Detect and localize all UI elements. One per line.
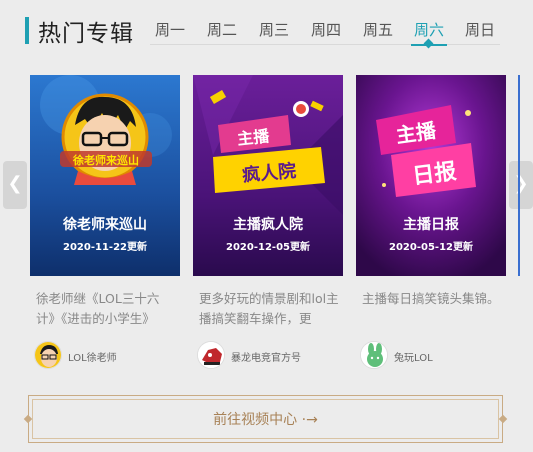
- album-thumbnail[interactable]: 主播 疯人院 主播疯人院 2020-12-05更新: [193, 75, 343, 276]
- svg-text:主播: 主播: [236, 126, 271, 148]
- album-author[interactable]: LOL徐老师: [34, 341, 184, 371]
- weekday-tabs: 周一 周二 周三 周四 周五 周六 周日: [150, 19, 500, 45]
- tab-tuesday[interactable]: 周二: [202, 19, 242, 40]
- album-card[interactable]: 徐老师来巡山 徐老师来巡山 2020-11-22更新 徐老师继《LOL三十六计》…: [30, 75, 180, 375]
- author-name: LOL徐老师: [68, 353, 117, 364]
- tab-friday[interactable]: 周五: [358, 19, 398, 40]
- album-card[interactable]: 主播 疯人院 主播疯人院 2020-12-05更新 更多好玩的情景剧和lol主播…: [193, 75, 343, 375]
- thumbnail-logo-text: 徐老师来巡山: [72, 153, 139, 167]
- video-center-link[interactable]: 前往视频中心 ·→: [23, 395, 508, 443]
- author-name: 兔玩LOL: [394, 353, 433, 364]
- album-author[interactable]: 暴龙电竞官方号: [197, 341, 347, 371]
- album-card[interactable]: 主播 日报 主播日报 2020-05-12更新 主播每日搞笑镜头集锦。 兔玩LO…: [356, 75, 506, 375]
- chevron-left-icon: ❮: [7, 173, 23, 194]
- author-name: 暴龙电竞官方号: [231, 353, 301, 364]
- video-center-label[interactable]: 前往视频中心 ·→: [28, 409, 503, 429]
- album-author[interactable]: 兔玩LOL: [360, 341, 510, 371]
- carousel-next-button[interactable]: ❯: [509, 161, 533, 209]
- album-title: 徐老师来巡山: [63, 217, 147, 233]
- album-updated-date: 2020-12-05更新: [226, 242, 310, 253]
- album-title: 主播日报: [403, 217, 459, 233]
- album-updated-date: 2020-05-12更新: [389, 242, 473, 253]
- tab-monday[interactable]: 周一: [150, 19, 190, 40]
- tab-wednesday[interactable]: 周三: [254, 19, 294, 40]
- tab-sunday[interactable]: 周日: [460, 19, 500, 40]
- album-title: 主播疯人院: [233, 217, 303, 233]
- album-updated-date: 2020-11-22更新: [63, 242, 147, 253]
- avatar: [360, 341, 388, 369]
- tab-thursday[interactable]: 周四: [306, 19, 346, 40]
- album-thumbnail[interactable]: 主播 日报 主播日报 2020-05-12更新: [356, 75, 506, 276]
- section-header: 热门专辑 周一 周二 周三 周四 周五 周六 周日: [0, 0, 533, 52]
- carousel-prev-button[interactable]: ❮: [3, 161, 27, 209]
- next-album-card-edge: [518, 75, 520, 276]
- album-description: 主播每日搞笑镜头集锦。: [362, 291, 500, 306]
- album-description: 更多好玩的情景剧和lol主播搞笑翻车操作，更: [199, 291, 339, 326]
- album-thumbnail[interactable]: 徐老师来巡山 徐老师来巡山 2020-11-22更新: [30, 75, 180, 276]
- svg-text:疯人院: 疯人院: [241, 160, 297, 187]
- chevron-right-icon: ❯: [513, 173, 529, 194]
- svg-text:日报: 日报: [411, 159, 458, 189]
- album-description: 徐老师继《LOL三十六计》《进击的小学生》: [36, 291, 160, 326]
- avatar: [34, 341, 62, 369]
- section-title: 热门专辑: [38, 21, 134, 47]
- title-accent-bar: [25, 17, 29, 44]
- tab-saturday[interactable]: 周六: [409, 19, 449, 40]
- avatar: [197, 341, 225, 369]
